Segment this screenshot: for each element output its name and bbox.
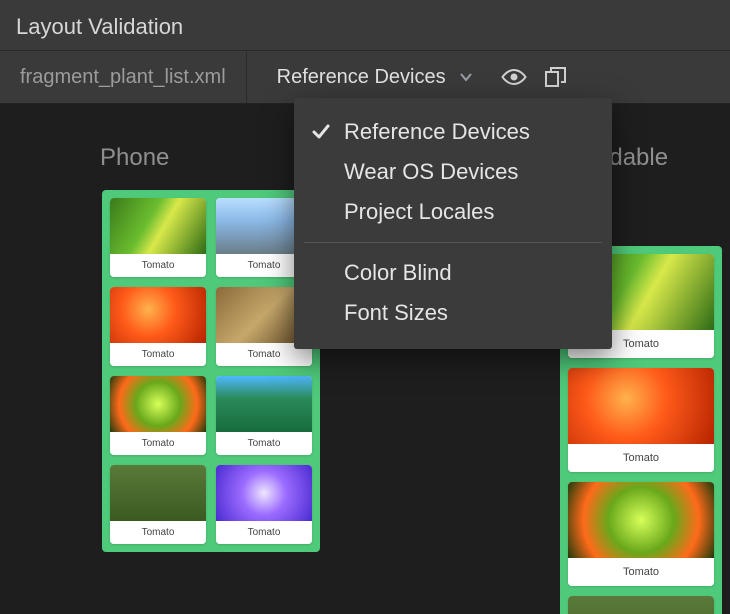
- plant-caption: Tomato: [110, 521, 206, 544]
- plant-thumbnail: [568, 482, 714, 558]
- menu-item-label: Font Sizes: [344, 300, 448, 326]
- menu-item-label: Color Blind: [344, 260, 452, 286]
- plant-thumbnail: [110, 287, 206, 343]
- plant-card[interactable]: Tomato: [110, 376, 206, 455]
- menu-item[interactable]: Reference Devices: [294, 112, 612, 152]
- plant-thumbnail: [110, 198, 206, 254]
- plant-thumbnail: [216, 465, 312, 521]
- plant-card[interactable]: Tomato: [110, 465, 206, 544]
- plant-caption: Tomato: [568, 444, 714, 472]
- plant-card[interactable]: Tomato: [216, 465, 312, 544]
- device-label-phone: Phone: [100, 144, 169, 172]
- copy-icon[interactable]: [542, 63, 570, 91]
- visibility-icon[interactable]: [500, 63, 528, 91]
- plant-thumbnail: [568, 368, 714, 444]
- validation-dropdown-label: Reference Devices: [277, 66, 446, 89]
- plant-thumbnail: [216, 376, 312, 432]
- preview-phone[interactable]: TomatoTomatoTomatoTomatoTomatoTomatoToma…: [102, 190, 320, 552]
- plant-caption: Tomato: [110, 254, 206, 277]
- menu-item[interactable]: Font Sizes: [294, 293, 612, 333]
- plant-caption: Tomato: [110, 432, 206, 455]
- plant-card[interactable]: Tomato: [110, 198, 206, 277]
- check-icon: [308, 121, 334, 143]
- validation-dropdown-menu: Reference Devices Wear OS Devices Project …: [294, 98, 612, 349]
- toolbar: fragment_plant_list.xml Reference Device…: [0, 50, 730, 103]
- validation-dropdown[interactable]: Reference Devices: [247, 51, 490, 103]
- plant-card[interactable]: Tomato: [568, 596, 714, 614]
- plant-card[interactable]: Tomato: [216, 376, 312, 455]
- plant-card[interactable]: Tomato: [568, 368, 714, 472]
- plant-card[interactable]: Tomato: [110, 287, 206, 366]
- plant-card[interactable]: Tomato: [568, 482, 714, 586]
- chevron-down-icon: [452, 63, 480, 91]
- plant-caption: Tomato: [216, 432, 312, 455]
- plant-caption: Tomato: [216, 521, 312, 544]
- plant-caption: Tomato: [568, 558, 714, 586]
- plant-thumbnail: [568, 596, 714, 614]
- menu-item[interactable]: Color Blind: [294, 253, 612, 293]
- menu-item[interactable]: Project Locales: [294, 192, 612, 232]
- file-tab[interactable]: fragment_plant_list.xml: [0, 52, 247, 103]
- menu-item-label: Project Locales: [344, 199, 494, 225]
- plant-thumbnail: [110, 465, 206, 521]
- menu-item[interactable]: Wear OS Devices: [294, 152, 612, 192]
- panel-title: Layout Validation: [0, 0, 730, 50]
- menu-item-label: Wear OS Devices: [344, 159, 518, 185]
- plant-caption: Tomato: [110, 343, 206, 366]
- menu-divider: [304, 242, 602, 243]
- plant-thumbnail: [110, 376, 206, 432]
- menu-item-label: Reference Devices: [344, 119, 530, 145]
